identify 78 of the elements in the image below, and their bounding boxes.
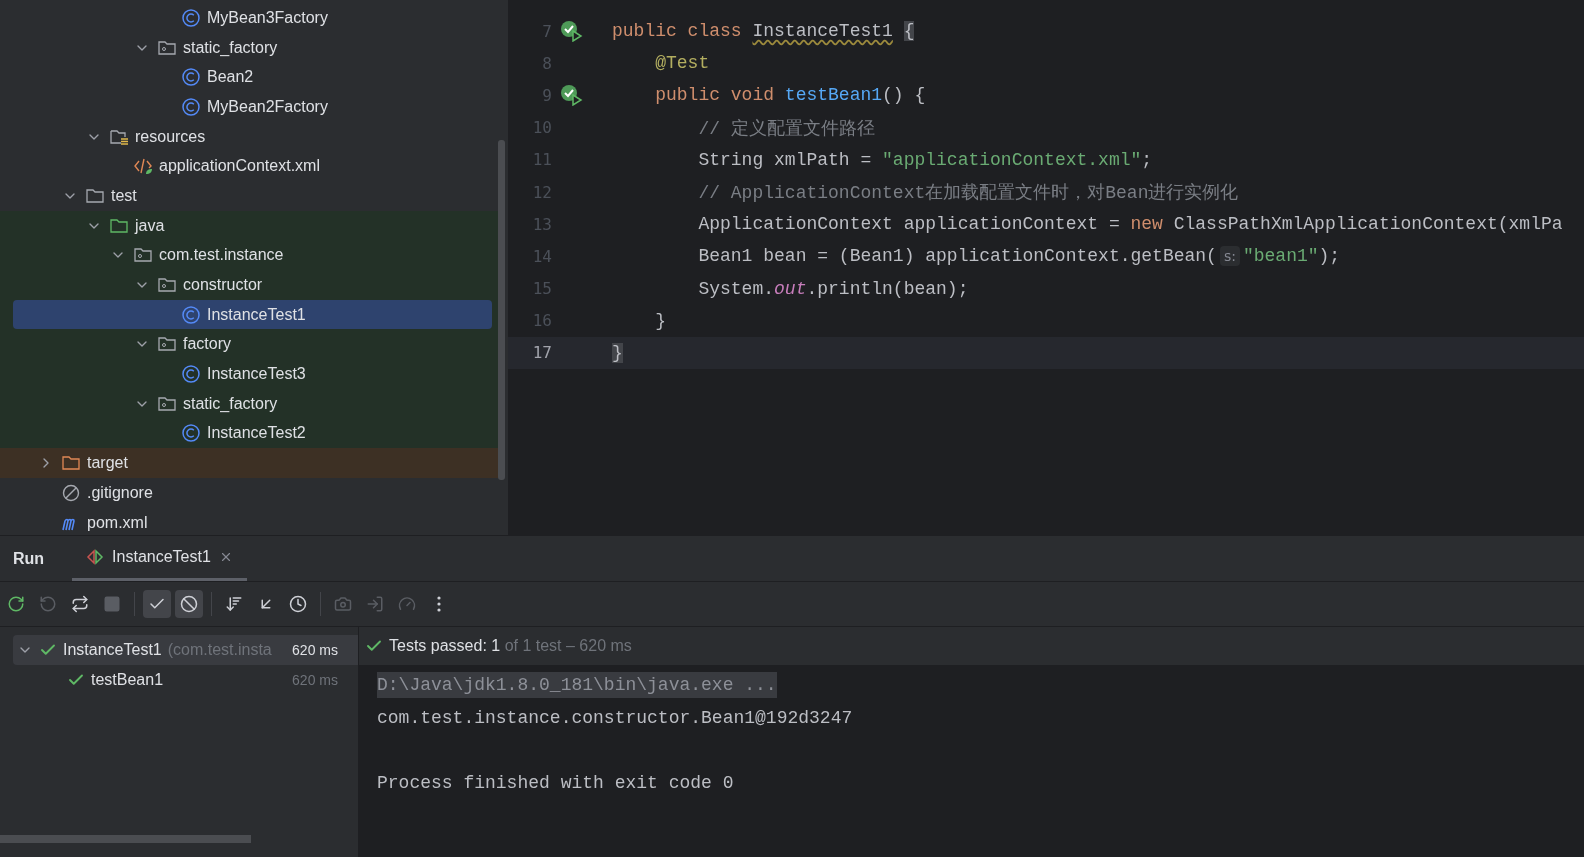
test-duration: 620 ms xyxy=(292,672,338,688)
test-tree-item[interactable]: testBean1 620 ms xyxy=(13,665,358,695)
scrollbar-thumb[interactable] xyxy=(0,835,251,843)
more-icon xyxy=(437,596,441,612)
tree-item[interactable]: .gitignore xyxy=(13,478,492,508)
class-icon xyxy=(181,364,201,385)
code-line: String xmlPath = "applicationContext.xml"; xyxy=(697,149,1153,170)
tree-item[interactable]: applicationContext.xml xyxy=(13,151,492,181)
tree-item-label: MyBean3Factory xyxy=(207,8,328,27)
history-icon xyxy=(289,595,307,613)
ignored-button[interactable] xyxy=(175,590,203,618)
scrollbar-thumb[interactable] xyxy=(498,140,505,480)
tree-item[interactable]: MyBean3Factory xyxy=(13,3,492,33)
ignored-icon xyxy=(180,595,198,613)
class-icon xyxy=(181,7,201,28)
stop-icon xyxy=(103,595,121,613)
toggle-auto-test-icon xyxy=(71,595,89,613)
tree-item-label: test xyxy=(111,186,137,205)
tree-item-label: InstanceTest1 xyxy=(207,305,306,324)
run-tab[interactable]: InstanceTest1 xyxy=(72,536,247,581)
tree-item-label: com.test.instance xyxy=(159,246,284,265)
test-name: testBean1 xyxy=(91,671,164,689)
tree-item-label: java xyxy=(135,216,165,235)
gauge-icon xyxy=(398,595,416,613)
code-line: Bean1 bean = (Bean1) applicationContext.getBean( s: "bean1"); xyxy=(697,246,1341,267)
rerun-icon xyxy=(7,595,25,613)
tree-item-label: Bean2 xyxy=(207,68,254,87)
line-number: 17 xyxy=(531,343,552,363)
tree-item-label: constructor xyxy=(183,276,263,295)
run-test-icon[interactable] xyxy=(560,20,584,43)
tree-item[interactable]: InstanceTest1 xyxy=(13,300,492,330)
code-line: System.out.println(bean); xyxy=(697,278,969,299)
tree-item[interactable]: Bean2 xyxy=(13,62,492,92)
tree-item-label: MyBean2Factory xyxy=(207,97,328,116)
code-line: // ApplicationContext在加载配置文件时，对Bean进行实例化 xyxy=(697,182,1239,205)
tree-item[interactable]: test xyxy=(13,181,492,211)
tree-item-label: static_factory xyxy=(183,38,278,57)
tree-item[interactable]: pom.xml xyxy=(13,508,492,535)
class-icon xyxy=(181,423,201,444)
test-duration: 620 ms xyxy=(292,642,338,658)
sort-icon xyxy=(225,595,243,613)
tree-item-label: InstanceTest2 xyxy=(207,424,306,443)
test-name: InstanceTest1 xyxy=(63,641,162,659)
test-status-text: Tests passed: 1 of 1 test – 620 ms xyxy=(389,637,632,655)
code-line: public void testBean1() { xyxy=(654,85,926,106)
code-line: // 定义配置文件路径 xyxy=(697,117,875,140)
code-line: public class InstanceTest1 { xyxy=(612,21,915,42)
panel-title: Run xyxy=(13,549,45,568)
test-tree-item[interactable]: InstanceTest1 (com.test.insta 620 ms xyxy=(13,635,358,665)
tree-item[interactable]: resources xyxy=(13,122,492,152)
class-icon xyxy=(181,304,201,325)
tree-item[interactable]: MyBean2Factory xyxy=(13,92,492,122)
code-line: @Test xyxy=(654,53,710,74)
tree-item[interactable]: static_factory xyxy=(13,33,492,63)
class-icon xyxy=(181,67,201,88)
xml-file-icon xyxy=(133,156,153,177)
tree-item-label: InstanceTest3 xyxy=(207,365,306,384)
tree-item-label: applicationContext.xml xyxy=(159,157,320,176)
code-line: } xyxy=(654,310,666,331)
tree-item-label: factory xyxy=(183,335,231,354)
rerun-failed-icon xyxy=(39,595,57,613)
console-line: com.test.instance.constructor.Bean1@192d3247 xyxy=(377,707,853,728)
tree-item-label: static_factory xyxy=(183,394,278,413)
camera-icon xyxy=(334,595,352,613)
tree-item-label: target xyxy=(87,454,128,473)
tree-item-label: pom.xml xyxy=(87,513,148,532)
tree-item-label: .gitignore xyxy=(87,483,153,502)
tree-item-label: resources xyxy=(135,127,206,146)
test-package: (com.test.insta xyxy=(167,641,272,659)
ignore-file-icon xyxy=(61,482,81,503)
class-icon xyxy=(181,96,201,117)
checkmark-button[interactable] xyxy=(143,590,171,618)
console-line: Process finished with exit code 0 xyxy=(377,772,734,793)
parameter-hint: s: xyxy=(1219,246,1240,267)
code-line: ApplicationContext applicationContext = new ClassPathXmlApplicationContext(xmlPa xyxy=(697,214,1563,235)
export-icon xyxy=(366,595,384,613)
run-test-icon[interactable] xyxy=(560,84,584,107)
test-run-icon xyxy=(86,549,105,565)
